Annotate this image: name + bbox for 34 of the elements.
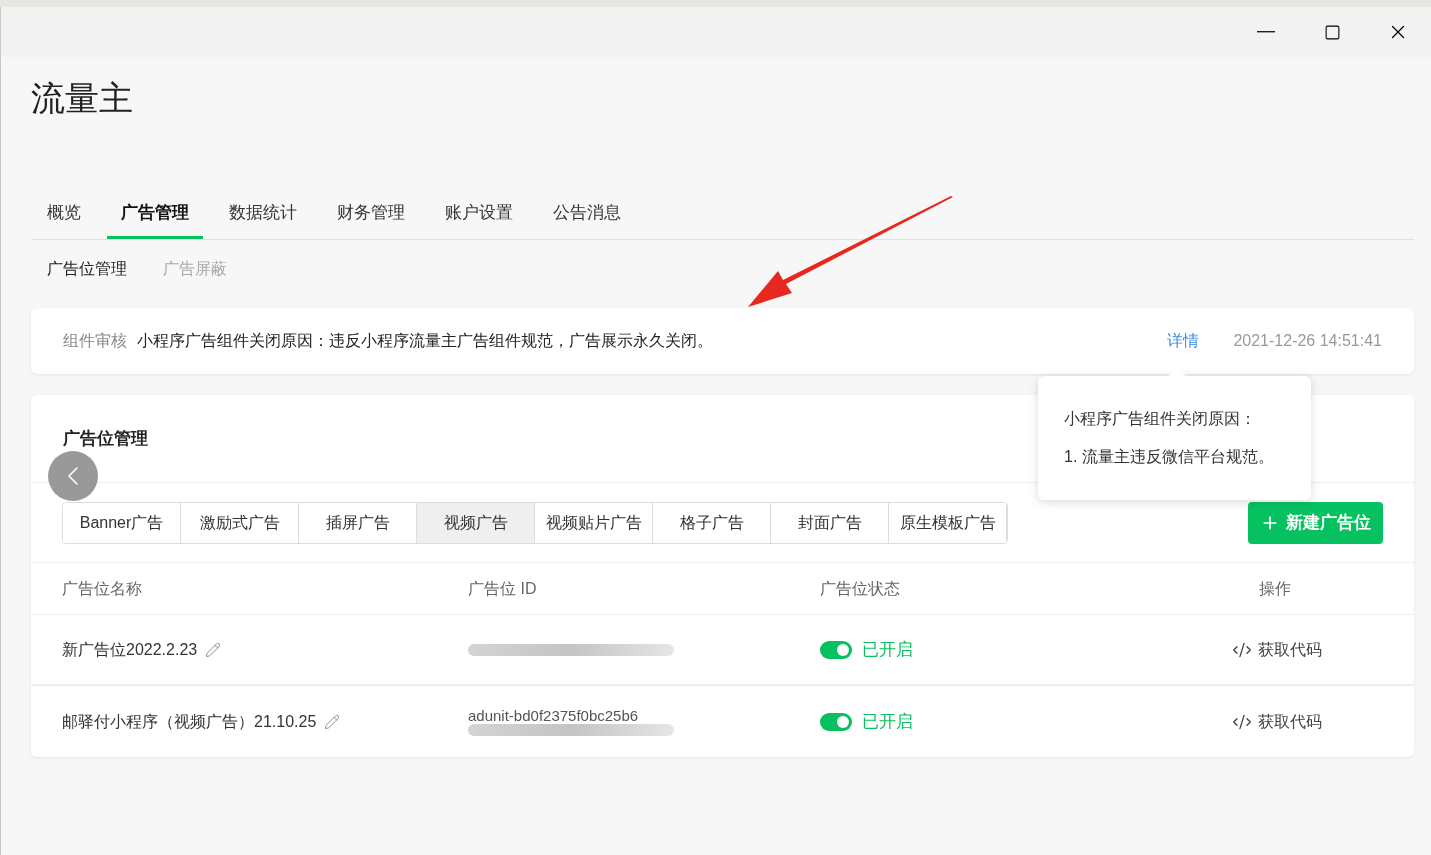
toggle-switch[interactable] bbox=[820, 640, 852, 659]
nav-tab[interactable]: 概览 bbox=[33, 189, 95, 239]
sub-tab[interactable]: 广告位管理 bbox=[47, 256, 127, 282]
ad-type-tab[interactable]: Banner广告 bbox=[63, 502, 181, 543]
minimize-icon bbox=[1257, 31, 1275, 33]
table-cell-text: 邮驿付小程序（视频广告）21.10.25 bbox=[62, 711, 317, 732]
table-cell-text: 新广告位2022.2.23 bbox=[62, 639, 198, 660]
details-link[interactable]: 详情 bbox=[1167, 329, 1200, 353]
table-cell: adunit-bd0f2375f0bc25b6 bbox=[468, 707, 639, 724]
column-header: 广告位状态 bbox=[820, 578, 901, 599]
nav-tab[interactable]: 公告消息 bbox=[539, 189, 635, 239]
nav-tab[interactable]: 账户设置 bbox=[431, 189, 527, 239]
ad-type-tab[interactable]: 视频广告 bbox=[417, 502, 535, 543]
page-title: 流量主 bbox=[31, 78, 134, 119]
notice-message: 小程序广告组件关闭原因：违反小程序流量主广告组件规范，广告展示永久关闭。 bbox=[137, 331, 713, 351]
edit-icon[interactable] bbox=[205, 641, 222, 658]
tooltip-text: 小程序广告组件关闭原因： bbox=[1064, 409, 1257, 429]
column-header: 广告位名称 bbox=[62, 578, 143, 599]
panel-title: 广告位管理 bbox=[63, 427, 148, 450]
toggle-switch[interactable] bbox=[820, 712, 852, 731]
nav-tab[interactable]: 财务管理 bbox=[323, 189, 419, 239]
notice-time: 2021-12-26 14:51:41 bbox=[1233, 331, 1382, 351]
notice-tag: 组件审核 bbox=[63, 329, 127, 353]
status-text: 已开启 bbox=[862, 638, 913, 661]
maximize-icon bbox=[1323, 23, 1341, 41]
edit-icon[interactable] bbox=[324, 713, 341, 730]
column-header: 广告位 ID bbox=[468, 578, 538, 599]
status-text: 已开启 bbox=[862, 710, 913, 733]
nav-tab[interactable]: 广告管理 bbox=[107, 189, 203, 239]
get-code-link[interactable]: 获取代码 bbox=[1231, 709, 1322, 734]
column-header: 操作 bbox=[1258, 578, 1291, 599]
tooltip-text: 1. 流量主违反微信平台规范。 bbox=[1064, 447, 1275, 467]
get-code-link[interactable]: 获取代码 bbox=[1231, 637, 1322, 662]
nav-tab[interactable]: 数据统计 bbox=[215, 189, 311, 239]
